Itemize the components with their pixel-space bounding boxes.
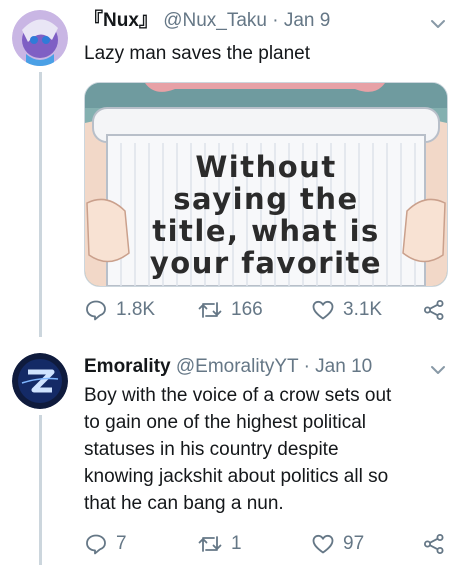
media-text-line: saying the	[173, 182, 359, 216]
reply-icon	[86, 300, 106, 321]
avatar-nux[interactable]	[12, 10, 68, 66]
display-name[interactable]: Emorality	[84, 356, 171, 377]
reply-icon	[86, 534, 106, 555]
reply-button[interactable]: 7	[84, 532, 127, 556]
media-text-line: title, what is	[152, 214, 380, 248]
media-text-line: your favorite	[149, 246, 383, 280]
retweet-icon	[198, 302, 222, 318]
share-icon	[424, 300, 444, 320]
handle[interactable]: @Nux_Taku	[163, 10, 267, 31]
reply-count: 1.8K	[116, 299, 156, 320]
display-name[interactable]: 『Nux』	[84, 10, 158, 31]
tweet-text-line: to gain one of the highest political	[84, 412, 367, 433]
tweet-header: 『Nux』 @Nux_Taku · Jan 9	[84, 10, 330, 32]
tweet-1[interactable]: 『Nux』 @Nux_Taku · Jan 9 Lazy man saves t…	[0, 0, 468, 340]
tweet-media-image[interactable]: Without saying the title, what is your f…	[84, 82, 448, 287]
retweet-button[interactable]: 166	[197, 298, 263, 322]
tweet-2[interactable]: Emorality @EmoralityYT · Jan 10 Boy with…	[0, 340, 468, 565]
tweet-actions: 1.8K 166 3.1K	[84, 298, 458, 328]
tweet-date[interactable]: Jan 10	[315, 356, 372, 377]
share-icon	[424, 534, 444, 554]
like-count: 3.1K	[343, 299, 383, 320]
thread-line	[39, 415, 42, 565]
retweet-count: 166	[231, 299, 263, 320]
tweet-text-line: knowing jackshit about politics all so	[84, 466, 389, 487]
media-text-line: Without	[195, 150, 337, 184]
avatar-emorality[interactable]	[12, 353, 68, 409]
tweet-text-line: statuses in his country despite	[84, 439, 339, 460]
chevron-down-icon[interactable]	[428, 360, 448, 380]
retweet-count: 1	[231, 533, 242, 554]
like-count: 97	[343, 533, 365, 554]
like-button[interactable]: 97	[311, 532, 364, 556]
handle[interactable]: @EmoralityYT	[176, 356, 298, 377]
share-button[interactable]	[422, 532, 446, 556]
separator: ·	[303, 356, 310, 377]
tweet-actions: 7 1 97	[84, 532, 458, 562]
retweet-icon	[198, 536, 222, 552]
thread-line	[39, 72, 42, 337]
separator: ·	[272, 10, 279, 31]
tweet-header: Emorality @EmoralityYT · Jan 10	[84, 356, 372, 378]
reply-button[interactable]: 1.8K	[84, 298, 155, 322]
tweet-date[interactable]: Jan 9	[284, 10, 330, 31]
tweet-text-line: Boy with the voice of a crow sets out	[84, 385, 392, 406]
tweet-text-line: that he can bang a nun.	[84, 493, 284, 514]
media-sign-text: Without saying the title, what is your f…	[85, 151, 447, 279]
tweet-text: Lazy man saves the planet	[84, 43, 311, 64]
retweet-button[interactable]: 1	[197, 532, 242, 556]
like-icon	[312, 534, 334, 554]
like-button[interactable]: 3.1K	[311, 298, 382, 322]
chevron-down-icon[interactable]	[428, 14, 448, 34]
share-button[interactable]	[422, 298, 446, 322]
reply-count: 7	[116, 533, 127, 554]
tweet-text: Boy with the voice of a crow sets out to…	[84, 382, 460, 517]
like-icon	[312, 300, 334, 320]
